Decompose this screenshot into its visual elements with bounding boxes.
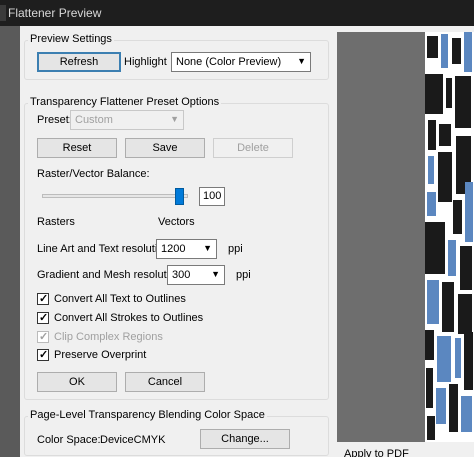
line-art-unit: ppi [228, 243, 243, 255]
app-icon [0, 5, 6, 21]
checkbox-label: Clip Complex Regions [54, 331, 163, 343]
reset-button[interactable]: Reset [37, 138, 117, 158]
preview-artwork-image [425, 32, 474, 442]
refresh-button[interactable]: Refresh [37, 52, 121, 72]
cancel-button[interactable]: Cancel [125, 372, 205, 392]
chevron-down-icon: ▼ [203, 243, 212, 253]
chevron-down-icon: ▼ [211, 269, 220, 279]
flattener-dialog: Preview Settings Refresh Highlight None … [20, 26, 335, 457]
color-space-value: DeviceCMYK [100, 434, 166, 446]
balance-value-field[interactable]: 100 [199, 187, 225, 206]
preview-artwork[interactable] [425, 32, 474, 442]
preset-options-title: Transparency Flattener Preset Options [28, 96, 222, 108]
gradient-resolution-label: Gradient and Mesh resolution: [37, 269, 185, 281]
checkbox-box[interactable]: ✓ [37, 312, 49, 324]
checkbox-box[interactable]: ✓ [37, 349, 49, 361]
check-icon: ✓ [39, 312, 49, 324]
delete-button[interactable]: Delete [213, 138, 293, 158]
apply-to-pdf-label: Apply to PDF [344, 448, 409, 457]
highlight-dropdown[interactable]: None (Color Preview) ▼ [171, 52, 311, 72]
preview-gray-area [337, 32, 425, 442]
change-color-space-button[interactable]: Change... [200, 429, 290, 449]
balance-label: Raster/Vector Balance: [37, 168, 150, 180]
line-art-resolution-dropdown[interactable]: 1200 ▼ [156, 239, 217, 259]
gradient-resolution-dropdown[interactable]: 300 ▼ [167, 265, 225, 285]
preset-value: Custom [75, 114, 113, 126]
balance-slider-thumb[interactable] [175, 188, 184, 205]
color-space-label: Color Space: [37, 434, 101, 446]
balance-slider-track[interactable] [42, 194, 188, 198]
preset-label: Preset: [37, 114, 72, 126]
chevron-down-icon: ▼ [297, 56, 306, 66]
checkbox-label: Preserve Overprint [54, 349, 147, 361]
background-window-strip [0, 26, 20, 457]
gradient-resolution-value: 300 [172, 269, 191, 281]
gradient-unit: ppi [236, 269, 251, 281]
window-title: Flattener Preview [8, 6, 102, 20]
checkbox-box[interactable]: ✓ [37, 293, 49, 305]
highlight-label: Highlight [124, 56, 167, 68]
highlight-value: None (Color Preview) [176, 56, 282, 68]
ok-button[interactable]: OK [37, 372, 117, 392]
check-icon: ✓ [39, 331, 49, 343]
preset-dropdown[interactable]: Custom ▼ [70, 110, 184, 130]
check-icon: ✓ [39, 293, 49, 305]
checkbox-box[interactable]: ✓ [37, 331, 49, 343]
checkbox-label: Convert All Strokes to Outlines [54, 312, 204, 324]
color-space-title: Page-Level Transparency Blending Color S… [28, 409, 267, 421]
chevron-down-icon: ▼ [170, 114, 179, 124]
check-icon: ✓ [39, 349, 49, 361]
save-button[interactable]: Save [125, 138, 205, 158]
line-art-resolution-value: 1200 [161, 243, 186, 255]
vectors-label: Vectors [158, 216, 195, 228]
preview-settings-title: Preview Settings [28, 33, 114, 45]
checkbox-label: Convert All Text to Outlines [54, 293, 186, 305]
rasters-label: Rasters [37, 216, 75, 228]
title-bar: Flattener Preview [0, 0, 474, 26]
line-art-resolution-label: Line Art and Text resolution: [37, 243, 173, 255]
